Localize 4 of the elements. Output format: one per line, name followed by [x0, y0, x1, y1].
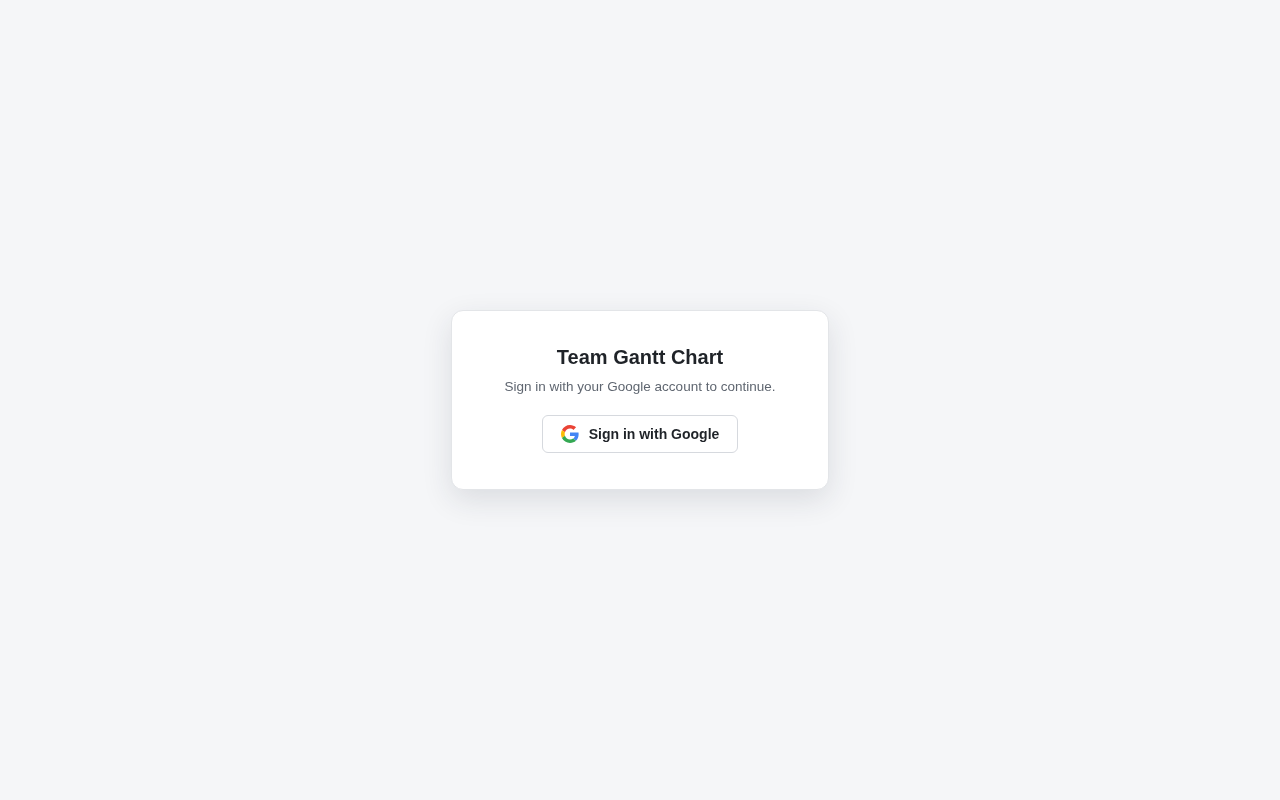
- card-subtitle: Sign in with your Google account to continue.: [504, 378, 776, 396]
- google-logo-icon: [560, 425, 579, 443]
- card-title: Team Gantt Chart: [556, 345, 724, 370]
- google-sign-in-button[interactable]: Sign in with Google: [541, 415, 739, 453]
